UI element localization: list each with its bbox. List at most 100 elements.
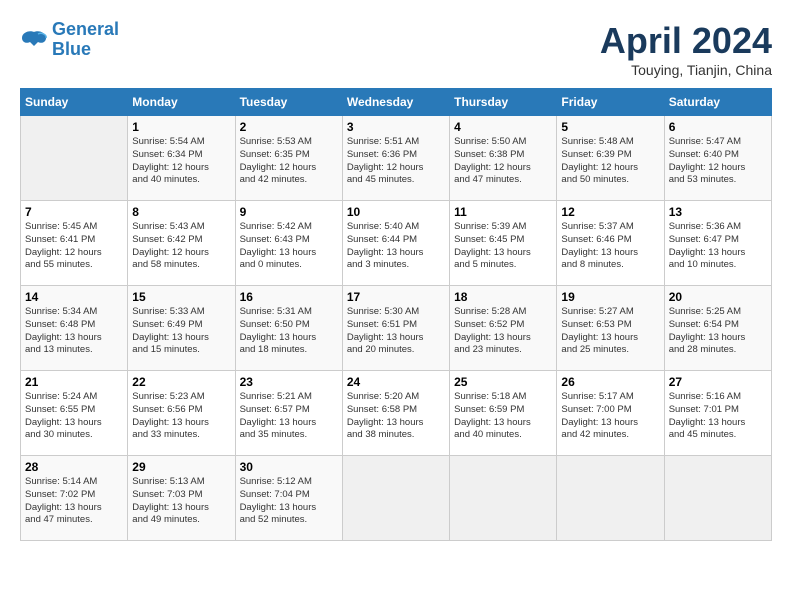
day-number: 2 <box>240 120 338 134</box>
day-info: Sunrise: 5:34 AM Sunset: 6:48 PM Dayligh… <box>25 306 123 357</box>
weekday-header: Thursday <box>450 89 557 116</box>
day-info: Sunrise: 5:20 AM Sunset: 6:58 PM Dayligh… <box>347 391 445 442</box>
day-number: 19 <box>561 290 659 304</box>
day-info: Sunrise: 5:50 AM Sunset: 6:38 PM Dayligh… <box>454 136 552 187</box>
day-info: Sunrise: 5:21 AM Sunset: 6:57 PM Dayligh… <box>240 391 338 442</box>
calendar-cell: 1 Sunrise: 5:54 AM Sunset: 6:34 PM Daylig… <box>128 116 235 201</box>
calendar-week-row: 28Sunrise: 5:14 AM Sunset: 7:02 PM Dayli… <box>21 456 772 541</box>
day-number: 5 <box>561 120 659 134</box>
day-number: 14 <box>25 290 123 304</box>
day-info: Sunrise: 5:48 AM Sunset: 6:39 PM Dayligh… <box>561 136 659 187</box>
calendar-week-row: 7 Sunrise: 5:45 AM Sunset: 6:41 PM Daylig… <box>21 201 772 286</box>
day-number: 30 <box>240 460 338 474</box>
day-number: 7 <box>25 205 123 219</box>
calendar-cell: 13 Sunrise: 5:36 AM Sunset: 6:47 PM Dayli… <box>664 201 771 286</box>
title-block: April 2024 Touying, Tianjin, China <box>600 20 772 78</box>
calendar-cell: 19 Sunrise: 5:27 AM Sunset: 6:53 PM Dayli… <box>557 286 664 371</box>
calendar-header-row: SundayMondayTuesdayWednesdayThursdayFrid… <box>21 89 772 116</box>
calendar-cell: 4 Sunrise: 5:50 AM Sunset: 6:38 PM Daylig… <box>450 116 557 201</box>
day-number: 3 <box>347 120 445 134</box>
location: Touying, Tianjin, China <box>600 62 772 78</box>
calendar-cell <box>557 456 664 541</box>
calendar-cell <box>21 116 128 201</box>
day-number: 11 <box>454 205 552 219</box>
day-number: 10 <box>347 205 445 219</box>
day-info: Sunrise: 5:36 AM Sunset: 6:47 PM Dayligh… <box>669 221 767 272</box>
day-number: 12 <box>561 205 659 219</box>
weekday-header: Monday <box>128 89 235 116</box>
calendar-week-row: 14 Sunrise: 5:34 AM Sunset: 6:48 PM Dayli… <box>21 286 772 371</box>
day-number: 27 <box>669 375 767 389</box>
calendar-cell: 14 Sunrise: 5:34 AM Sunset: 6:48 PM Dayli… <box>21 286 128 371</box>
calendar-cell <box>664 456 771 541</box>
day-number: 22 <box>132 375 230 389</box>
calendar-cell: 21 Sunrise: 5:24 AM Sunset: 6:55 PM Dayli… <box>21 371 128 456</box>
day-info: Sunrise: 5:54 AM Sunset: 6:34 PM Dayligh… <box>132 136 230 187</box>
calendar-cell: 28Sunrise: 5:14 AM Sunset: 7:02 PM Dayli… <box>21 456 128 541</box>
calendar-cell: 17 Sunrise: 5:30 AM Sunset: 6:51 PM Dayli… <box>342 286 449 371</box>
day-info: Sunrise: 5:27 AM Sunset: 6:53 PM Dayligh… <box>561 306 659 357</box>
calendar-cell <box>342 456 449 541</box>
weekday-header: Sunday <box>21 89 128 116</box>
day-number: 15 <box>132 290 230 304</box>
calendar-week-row: 21 Sunrise: 5:24 AM Sunset: 6:55 PM Dayli… <box>21 371 772 456</box>
day-info: Sunrise: 5:47 AM Sunset: 6:40 PM Dayligh… <box>669 136 767 187</box>
day-info: Sunrise: 5:33 AM Sunset: 6:49 PM Dayligh… <box>132 306 230 357</box>
calendar-cell: 23 Sunrise: 5:21 AM Sunset: 6:57 PM Dayli… <box>235 371 342 456</box>
calendar-cell: 27 Sunrise: 5:16 AM Sunset: 7:01 PM Dayli… <box>664 371 771 456</box>
day-number: 28 <box>25 460 123 474</box>
day-number: 13 <box>669 205 767 219</box>
day-info: Sunrise: 5:30 AM Sunset: 6:51 PM Dayligh… <box>347 306 445 357</box>
day-info: Sunrise: 5:24 AM Sunset: 6:55 PM Dayligh… <box>25 391 123 442</box>
day-info: Sunrise: 5:23 AM Sunset: 6:56 PM Dayligh… <box>132 391 230 442</box>
calendar-cell: 5 Sunrise: 5:48 AM Sunset: 6:39 PM Daylig… <box>557 116 664 201</box>
day-number: 18 <box>454 290 552 304</box>
weekday-header: Saturday <box>664 89 771 116</box>
calendar-cell: 30Sunrise: 5:12 AM Sunset: 7:04 PM Dayli… <box>235 456 342 541</box>
day-number: 17 <box>347 290 445 304</box>
calendar-cell: 20Sunrise: 5:25 AM Sunset: 6:54 PM Dayli… <box>664 286 771 371</box>
calendar-week-row: 1 Sunrise: 5:54 AM Sunset: 6:34 PM Daylig… <box>21 116 772 201</box>
day-number: 8 <box>132 205 230 219</box>
page-header: General Blue April 2024 Touying, Tianjin… <box>20 20 772 78</box>
calendar-cell: 22 Sunrise: 5:23 AM Sunset: 6:56 PM Dayli… <box>128 371 235 456</box>
day-number: 23 <box>240 375 338 389</box>
calendar-cell: 7 Sunrise: 5:45 AM Sunset: 6:41 PM Daylig… <box>21 201 128 286</box>
day-info: Sunrise: 5:45 AM Sunset: 6:41 PM Dayligh… <box>25 221 123 272</box>
calendar-table: SundayMondayTuesdayWednesdayThursdayFrid… <box>20 88 772 541</box>
day-number: 26 <box>561 375 659 389</box>
calendar-body: 1 Sunrise: 5:54 AM Sunset: 6:34 PM Daylig… <box>21 116 772 541</box>
calendar-cell: 11 Sunrise: 5:39 AM Sunset: 6:45 PM Dayli… <box>450 201 557 286</box>
calendar-cell: 16Sunrise: 5:31 AM Sunset: 6:50 PM Dayli… <box>235 286 342 371</box>
day-number: 21 <box>25 375 123 389</box>
day-info: Sunrise: 5:16 AM Sunset: 7:01 PM Dayligh… <box>669 391 767 442</box>
day-number: 29 <box>132 460 230 474</box>
calendar-cell: 9 Sunrise: 5:42 AM Sunset: 6:43 PM Daylig… <box>235 201 342 286</box>
calendar-cell: 29Sunrise: 5:13 AM Sunset: 7:03 PM Dayli… <box>128 456 235 541</box>
day-number: 6 <box>669 120 767 134</box>
calendar-cell: 2 Sunrise: 5:53 AM Sunset: 6:35 PM Daylig… <box>235 116 342 201</box>
calendar-cell: 12Sunrise: 5:37 AM Sunset: 6:46 PM Dayli… <box>557 201 664 286</box>
day-number: 16 <box>240 290 338 304</box>
day-info: Sunrise: 5:53 AM Sunset: 6:35 PM Dayligh… <box>240 136 338 187</box>
day-info: Sunrise: 5:17 AM Sunset: 7:00 PM Dayligh… <box>561 391 659 442</box>
calendar-cell: 3 Sunrise: 5:51 AM Sunset: 6:36 PM Daylig… <box>342 116 449 201</box>
weekday-header: Friday <box>557 89 664 116</box>
day-number: 24 <box>347 375 445 389</box>
day-info: Sunrise: 5:28 AM Sunset: 6:52 PM Dayligh… <box>454 306 552 357</box>
day-info: Sunrise: 5:43 AM Sunset: 6:42 PM Dayligh… <box>132 221 230 272</box>
day-number: 20 <box>669 290 767 304</box>
day-number: 1 <box>132 120 230 134</box>
day-info: Sunrise: 5:42 AM Sunset: 6:43 PM Dayligh… <box>240 221 338 272</box>
calendar-cell: 15 Sunrise: 5:33 AM Sunset: 6:49 PM Dayli… <box>128 286 235 371</box>
day-number: 4 <box>454 120 552 134</box>
day-info: Sunrise: 5:51 AM Sunset: 6:36 PM Dayligh… <box>347 136 445 187</box>
month-title: April 2024 <box>600 20 772 62</box>
logo-text: General Blue <box>52 20 119 60</box>
day-info: Sunrise: 5:18 AM Sunset: 6:59 PM Dayligh… <box>454 391 552 442</box>
calendar-cell <box>450 456 557 541</box>
calendar-cell: 10 Sunrise: 5:40 AM Sunset: 6:44 PM Dayli… <box>342 201 449 286</box>
day-info: Sunrise: 5:39 AM Sunset: 6:45 PM Dayligh… <box>454 221 552 272</box>
day-number: 9 <box>240 205 338 219</box>
day-info: Sunrise: 5:40 AM Sunset: 6:44 PM Dayligh… <box>347 221 445 272</box>
